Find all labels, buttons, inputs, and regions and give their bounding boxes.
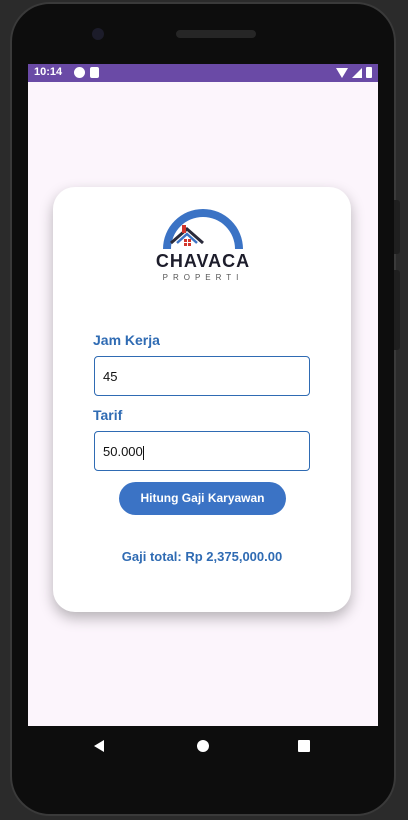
total-salary-text: Gaji total: Rp 2,375,000.00	[121, 549, 283, 564]
logo-subtitle: PROPERTI	[162, 273, 244, 282]
wifi-icon	[336, 67, 348, 78]
battery-icon	[366, 67, 372, 78]
front-camera	[92, 28, 104, 40]
logo-name: CHAVACA	[155, 251, 251, 271]
earpiece-speaker	[176, 30, 256, 38]
notification-icon	[74, 67, 85, 78]
jam-kerja-value: 45	[103, 369, 118, 384]
tarif-label: Tarif	[93, 407, 123, 423]
signal-icon	[352, 67, 362, 78]
status-bar: 10:14	[28, 64, 378, 82]
logo-house-icon	[163, 209, 243, 249]
sd-card-icon	[90, 67, 99, 78]
jam-kerja-label: Jam Kerja	[93, 332, 160, 348]
status-time: 10:14	[34, 66, 63, 78]
tarif-input[interactable]: 50.000	[94, 431, 310, 471]
power-button	[394, 200, 400, 254]
salary-card: CHAVACA PROPERTI Jam Kerja 45 Tarif 50.0…	[53, 187, 351, 612]
back-triangle-icon[interactable]	[94, 740, 104, 752]
home-circle-icon[interactable]	[197, 740, 209, 752]
company-logo: CHAVACA PROPERTI	[153, 207, 253, 287]
recent-square-icon[interactable]	[298, 740, 310, 752]
navigation-bar	[28, 726, 378, 766]
status-icons	[336, 67, 372, 78]
app-screen: 10:14 CHAVACA PROPERTI Jam Kerja 45 Tari…	[28, 64, 378, 726]
jam-kerja-input[interactable]: 45	[94, 356, 310, 396]
text-cursor	[142, 445, 144, 460]
volume-button	[394, 270, 400, 350]
tarif-value: 50.000	[103, 444, 143, 459]
calculate-salary-button[interactable]: Hitung Gaji Karyawan	[119, 482, 286, 515]
